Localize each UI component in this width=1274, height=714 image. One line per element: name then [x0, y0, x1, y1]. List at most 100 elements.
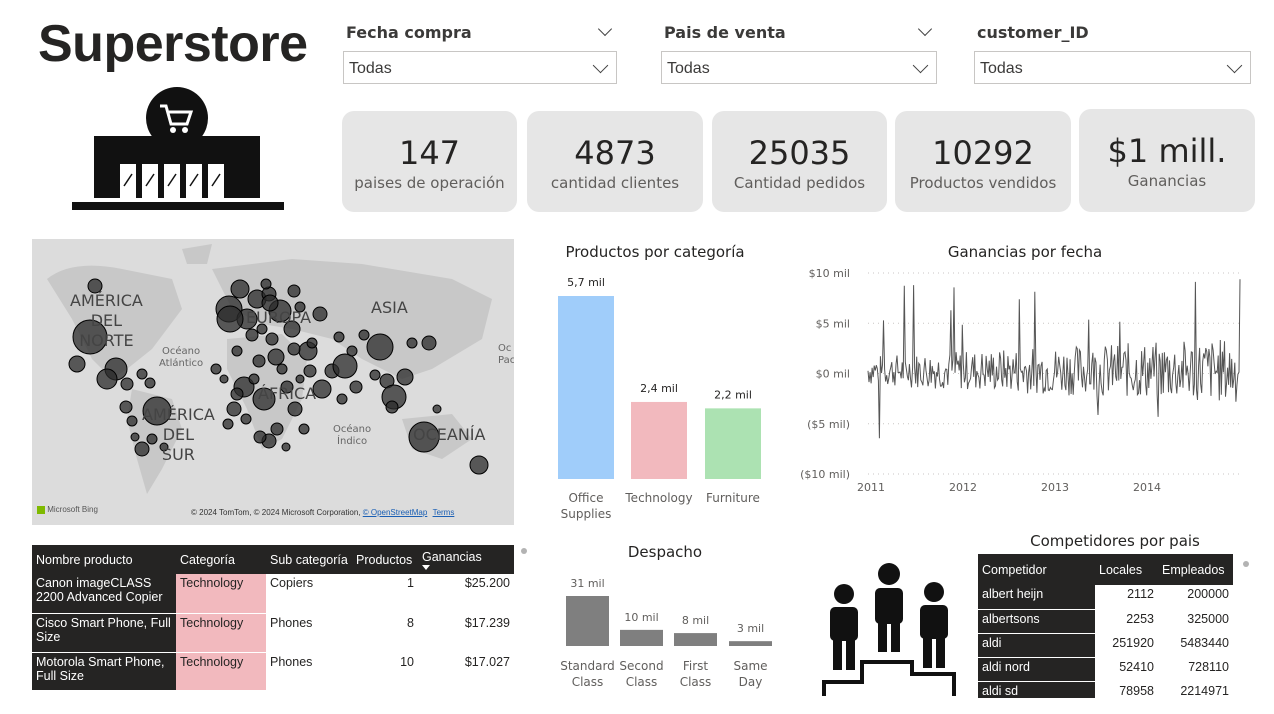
chart-title-categoria: Productos por categoría: [565, 243, 745, 261]
cell-ganancias: $17.027: [418, 652, 514, 691]
col-header-categoria[interactable]: Categoría: [176, 545, 266, 574]
competitors-table[interactable]: Competidor Locales Empleados albert heij…: [978, 554, 1233, 698]
table-row[interactable]: aldi 251920 5483440: [978, 633, 1233, 658]
slicer-pais-value: Todas: [667, 60, 710, 77]
cell-categoria: Technology: [176, 652, 266, 691]
chart-productos-categoria[interactable]: 5,7 mil Office Supplies 2,4 mil Technology 2,…: [545, 268, 775, 528]
bar-2[interactable]: [705, 408, 761, 479]
map-label-line: DEL: [90, 311, 123, 330]
table-row[interactable]: Cisco Smart Phone, Full Size Technology …: [32, 613, 514, 653]
cell-subcategoria: Copiers: [266, 574, 352, 614]
chevron-down-icon[interactable]: [917, 21, 933, 37]
col-header-productos[interactable]: Productos: [352, 545, 418, 574]
kpi-value: $1 mill.: [1107, 132, 1227, 170]
slicer-fecha-label: Fecha compra: [346, 23, 472, 42]
bar-3[interactable]: [729, 641, 772, 646]
chevron-down-icon[interactable]: [597, 21, 613, 37]
cell-competidor: albert heijn: [978, 585, 1095, 610]
map-label-line: Océano: [333, 424, 372, 435]
map-label-line: Océano: [162, 346, 201, 357]
slicer-pais-dropdown[interactable]: Todas: [661, 51, 937, 84]
cell-locales: 2253: [1095, 609, 1158, 634]
map-label-line: Atlántico: [159, 358, 204, 369]
cell-subcategoria: Phones: [266, 652, 352, 691]
col-header-ganancias-label: Ganancias: [422, 549, 482, 564]
data-label: 3 mil: [737, 622, 764, 635]
slicer-fecha-dropdown[interactable]: Todas: [343, 51, 617, 84]
chart-despacho[interactable]: 31 mil Standard Class 10 mil Second Class 8 mi…: [555, 568, 785, 694]
map-label-north-america: AMÉRICA DEL NORTE: [70, 291, 143, 351]
table-row[interactable]: Canon imageCLASS 2200 Advanced Copier Te…: [32, 574, 514, 614]
bar-1[interactable]: [620, 629, 663, 646]
map-label-indian: Océano Índico: [333, 424, 371, 448]
store-cart-icon: [72, 87, 284, 210]
cell-competidor: albertsons: [978, 609, 1095, 634]
sort-desc-icon: [422, 564, 430, 570]
series-line[interactable]: [867, 279, 1241, 439]
map-label-line: Índico: [337, 436, 368, 447]
category-label: Class: [572, 675, 604, 689]
bar-1[interactable]: [631, 401, 687, 479]
kpi-card-clientes: 4873 cantidad clientes: [527, 111, 703, 212]
competitors-title: Competidores por pais: [1030, 532, 1200, 550]
col-header-nombre[interactable]: Nombre producto: [32, 545, 176, 574]
map-label-oceania: OCEANÍA: [413, 425, 486, 444]
col-header-competidor[interactable]: Competidor: [978, 554, 1095, 585]
chart-title-ganancias: Ganancias por fecha: [947, 243, 1103, 261]
cell-empleados: 325000: [1158, 609, 1233, 634]
col-header-subcategoria[interactable]: Sub categoría: [266, 545, 352, 574]
table-row[interactable]: Motorola Smart Phone, Full Size Technolo…: [32, 652, 514, 691]
table-row[interactable]: aldi nord 52410 728110: [978, 657, 1233, 682]
table-row[interactable]: albertsons 2253 325000: [978, 609, 1233, 634]
data-label: 2,4 mil: [640, 382, 678, 395]
map-label-europe: EUROPA: [246, 308, 312, 327]
cell-productos: 10: [352, 652, 418, 691]
category-label: Second: [619, 659, 663, 673]
slicer-customer-label: customer_ID: [977, 23, 1089, 42]
map-label-line: Oc: [498, 343, 512, 354]
map-label-pacific: Oc Pac: [498, 343, 514, 367]
kpi-card-productos: 10292 Productos vendidos: [895, 111, 1071, 212]
kpi-value: 147: [398, 134, 461, 172]
chart-ganancias-fecha[interactable]: $10 mil $5 mil $0 mil ($5 mil) ($10 mil) 2011…: [800, 262, 1254, 500]
cell-empleados: 200000: [1158, 585, 1233, 610]
scrollbar-handle[interactable]: [521, 548, 527, 554]
table-row[interactable]: albert heijn 2112 200000: [978, 585, 1233, 610]
products-table[interactable]: Nombre producto Categoría Sub categoría …: [32, 545, 514, 691]
data-label: 8 mil: [682, 614, 709, 627]
terms-link[interactable]: Terms: [433, 508, 455, 517]
chevron-down-icon: [592, 57, 609, 74]
osm-link[interactable]: © OpenStreetMap: [363, 508, 428, 517]
data-label: 31 mil: [570, 577, 604, 590]
cell-empleados: 728110: [1158, 657, 1233, 682]
table-row[interactable]: aldi sd 78958 2214971: [978, 681, 1233, 698]
slicer-customer-dropdown[interactable]: Todas: [974, 51, 1251, 84]
bing-logo-icon: [37, 505, 45, 514]
kpi-label: Cantidad pedidos: [733, 174, 866, 192]
map-label-line: NORTE: [79, 331, 134, 350]
cell-locales: 52410: [1095, 657, 1158, 682]
scrollbar-handle[interactable]: [1243, 561, 1249, 567]
kpi-card-ganancias: $1 mill. Ganancias: [1079, 109, 1255, 212]
map-label-atlantic: Océano Atlántico: [159, 346, 203, 370]
bing-logo: Microsoft Bing: [37, 505, 98, 514]
category-label: Standard: [560, 659, 615, 673]
y-tick-label: $5 mil: [816, 317, 850, 330]
bar-2[interactable]: [674, 633, 717, 646]
map-label-south-america: AMÉRICA DEL SUR: [142, 405, 215, 465]
cell-categoria: Technology: [176, 574, 266, 614]
y-tick-label: $10 mil: [809, 267, 850, 280]
x-tick-label: 2011: [857, 481, 885, 494]
bar-0[interactable]: [558, 296, 614, 479]
bar-0[interactable]: [566, 596, 609, 646]
chevron-down-icon: [912, 57, 929, 74]
map-canvas[interactable]: [32, 239, 514, 525]
world-map[interactable]: AMÉRICA DEL NORTE AMÉRICA DEL SUR EUROPA…: [32, 239, 514, 525]
kpi-value: 4873: [574, 134, 656, 172]
col-header-ganancias[interactable]: Ganancias: [418, 545, 514, 574]
competitors-table-grid: Competidor Locales Empleados albert heij…: [978, 554, 1233, 698]
col-header-locales[interactable]: Locales: [1095, 554, 1158, 585]
col-header-empleados[interactable]: Empleados: [1158, 554, 1233, 585]
x-tick-label: 2012: [949, 481, 977, 494]
cell-categoria: Technology: [176, 613, 266, 653]
